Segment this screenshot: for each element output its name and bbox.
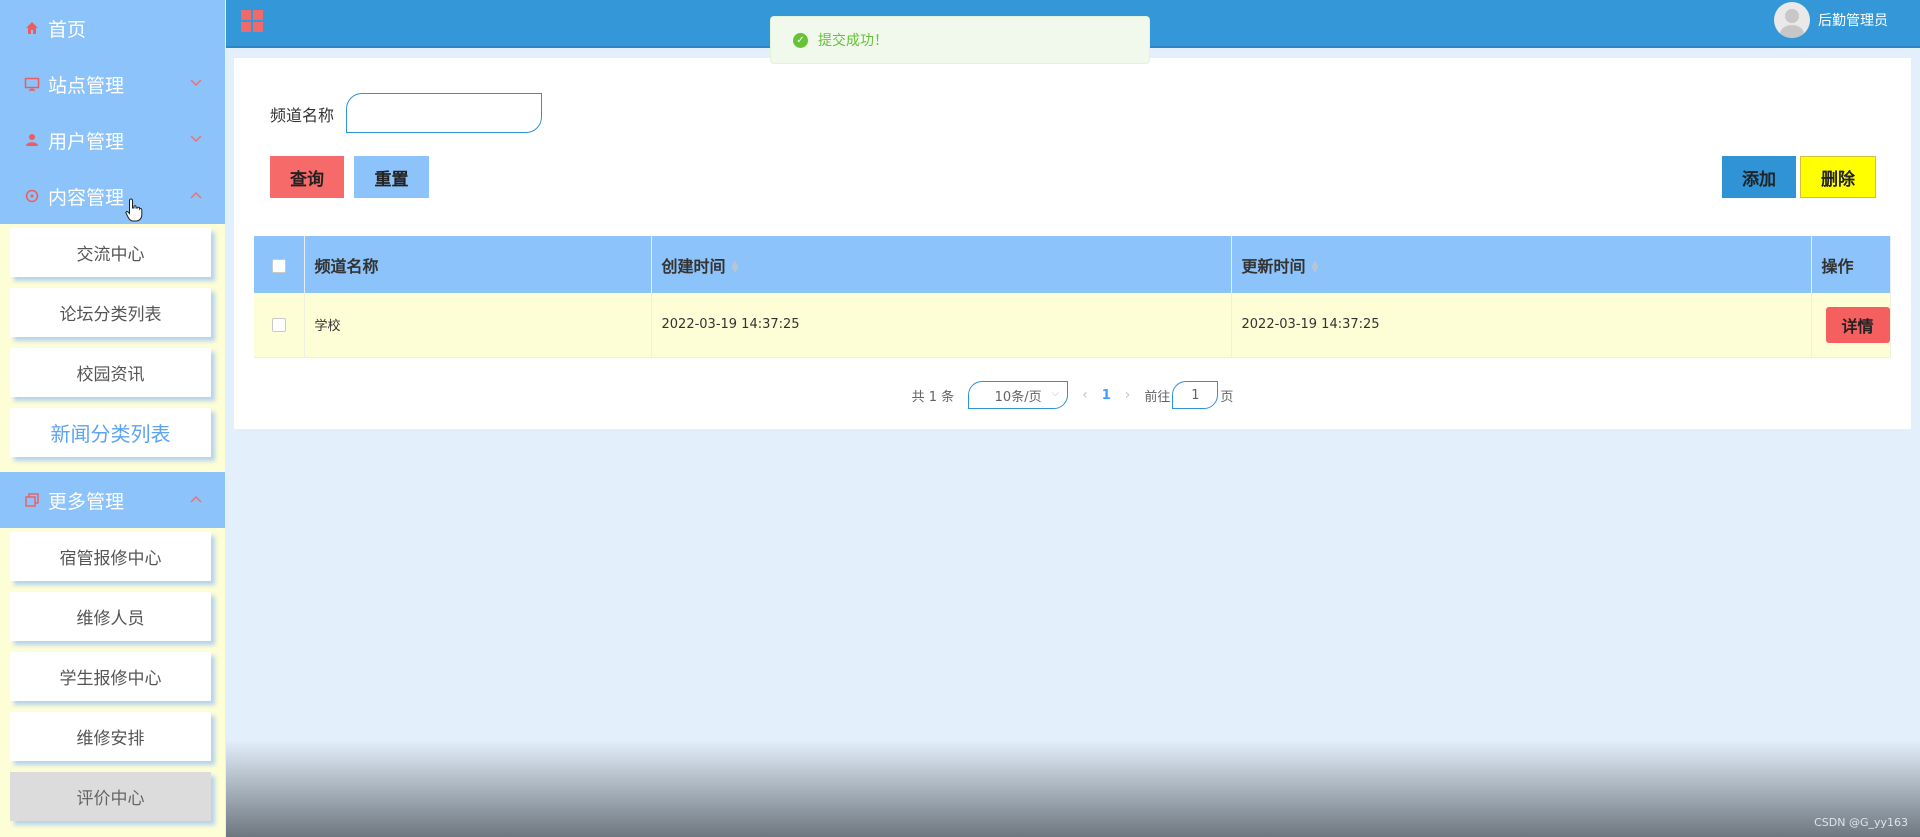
goto-page-input[interactable]: 1 [1172, 381, 1219, 409]
submenu-item-evaluation-center[interactable]: 评价中心 [10, 772, 211, 821]
row-select-cell [254, 293, 305, 358]
chevron-up-icon [190, 495, 202, 503]
sidebar-item-more-management[interactable]: 更多管理 [0, 472, 225, 528]
sidebar-item-label: 内容管理 [48, 186, 125, 209]
cell-actions: 详情 [1811, 293, 1891, 358]
sidebar-item-user-management[interactable]: 用户管理 [0, 112, 225, 168]
submenu-item-repair-staff[interactable]: 维修人员 [10, 592, 211, 641]
delete-button[interactable]: 删除 [1800, 156, 1876, 198]
search-label: 频道名称 [270, 106, 335, 125]
chevron-down-icon [190, 79, 202, 87]
goto-suffix: 页 [1220, 389, 1234, 405]
row-checkbox[interactable] [271, 317, 286, 332]
submenu-item-exchange-center[interactable]: 交流中心 [10, 228, 211, 277]
copy-icon [24, 492, 40, 508]
monitor-icon [24, 76, 40, 92]
cell-channel-name: 学校 [304, 293, 652, 358]
table-header-row: 频道名称 创建时间 ▲ ▼ 更新时间 ▲ ▼ 操作 [254, 236, 1891, 293]
submenu-item-news-categories[interactable]: 新闻分类列表 [10, 408, 211, 457]
page-size-select[interactable]: 10条/页 ⌵ [968, 381, 1069, 409]
sort-icon[interactable]: ▲ ▼ [732, 260, 739, 275]
bottom-shade [226, 740, 1920, 837]
column-header-actions: 操作 [1811, 236, 1891, 293]
column-header-updated-time[interactable]: 更新时间 ▲ ▼ [1231, 236, 1812, 293]
avatar [1774, 2, 1810, 38]
toast-message: 提交成功！ [818, 33, 888, 49]
check-circle-icon: ✓ [793, 32, 808, 48]
chevron-down-icon [190, 135, 202, 143]
main-card: 频道名称 查询 重置 添加 删除 频道名称 创建时间 ▲ ▼ 更新时间 ▲ ▼ 操作 学… [234, 58, 1911, 429]
hand-cursor-icon [125, 198, 143, 222]
submenu-content-management: 交流中心 论坛分类列表 校园资讯 新闻分类列表 [0, 224, 225, 472]
table-row: 学校 2022-03-19 14:37:25 2022-03-19 14:37:… [254, 293, 1891, 358]
next-page-icon[interactable]: › [1125, 387, 1131, 403]
channel-name-input[interactable] [346, 93, 542, 133]
home-icon [24, 20, 40, 36]
submenu-item-forum-categories[interactable]: 论坛分类列表 [10, 288, 211, 337]
watermark: CSDN @G_yy163 [1814, 816, 1908, 829]
select-all-checkbox[interactable] [271, 258, 286, 273]
sidebar-item-label: 站点管理 [48, 74, 125, 97]
column-header-created-time[interactable]: 创建时间 ▲ ▼ [651, 236, 1232, 293]
submenu-item-dorm-repair-center[interactable]: 宿管报修中心 [10, 532, 211, 581]
submenu-more-management: 宿管报修中心 维修人员 学生报修中心 维修安排 评价中心 [0, 528, 225, 836]
data-table: 频道名称 创建时间 ▲ ▼ 更新时间 ▲ ▼ 操作 学校 2022-03-19 14:3… [254, 236, 1891, 358]
sort-icon[interactable]: ▲ ▼ [1312, 260, 1319, 275]
user-menu[interactable]: 后勤管理员 [1774, 2, 1888, 38]
reset-button[interactable]: 重置 [354, 156, 429, 198]
cell-created-time: 2022-03-19 14:37:25 [651, 293, 1232, 358]
sidebar-item-label: 用户管理 [48, 130, 125, 153]
sidebar-item-label: 更多管理 [48, 490, 125, 513]
sidebar-item-site-management[interactable]: 站点管理 [0, 56, 225, 112]
query-button[interactable]: 查询 [270, 156, 344, 198]
total-count: 共 1 条 [911, 389, 955, 405]
user-icon [24, 132, 40, 148]
cell-updated-time: 2022-03-19 14:37:25 [1231, 293, 1812, 358]
sidebar: 首页 站点管理 用户管理 内容管理 交流中心 论坛分类列表 校园资讯 新闻分类列… [0, 0, 225, 837]
chevron-up-icon [190, 191, 202, 199]
select-all-cell [254, 236, 305, 293]
sidebar-item-label: 首页 [48, 18, 87, 41]
success-toast: ✓ 提交成功！ [770, 16, 1150, 64]
add-button[interactable]: 添加 [1722, 156, 1796, 198]
sidebar-item-content-management[interactable]: 内容管理 [0, 168, 225, 224]
sidebar-item-home[interactable]: 首页 [0, 0, 225, 56]
user-name: 后勤管理员 [1818, 13, 1888, 29]
content-icon [24, 188, 40, 204]
prev-page-icon[interactable]: ‹ [1082, 387, 1088, 403]
detail-button[interactable]: 详情 [1825, 306, 1890, 343]
submenu-item-student-repair-center[interactable]: 学生报修中心 [10, 652, 211, 701]
page-number-current[interactable]: 1 [1102, 388, 1111, 403]
submenu-item-campus-news[interactable]: 校园资讯 [10, 348, 211, 397]
goto-label: 前往 [1144, 389, 1171, 405]
column-header-channel-name: 频道名称 [304, 236, 652, 293]
chevron-down-icon: ⌵ [1051, 388, 1060, 399]
submenu-item-repair-schedule[interactable]: 维修安排 [10, 712, 211, 761]
pagination: 共 1 条 10条/页 ⌵ ‹ 1 › 前往 1 页 [234, 380, 1911, 410]
